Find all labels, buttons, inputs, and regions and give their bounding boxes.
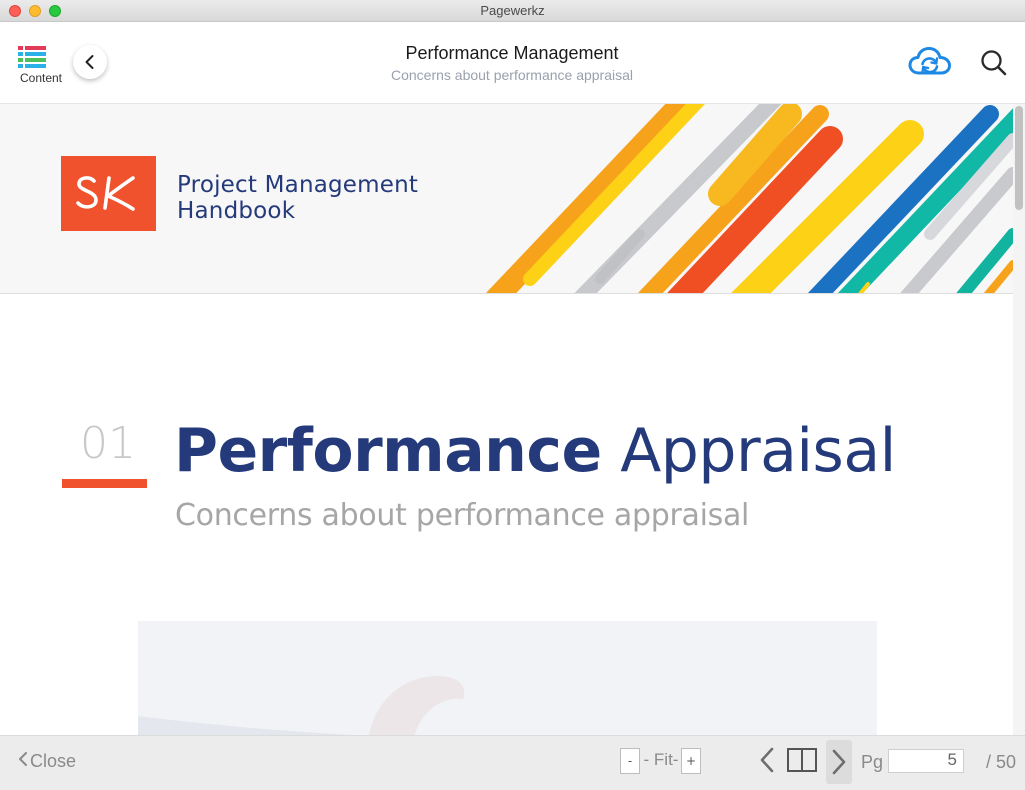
zoom-fit-button[interactable]: - Fit- — [641, 750, 681, 770]
banner-title-line2: Handbook — [177, 198, 296, 224]
chevron-left-icon — [85, 55, 94, 69]
chapter-title-bold: Performance — [174, 416, 602, 486]
page-total: / 50 — [986, 752, 1017, 772]
book-icon[interactable] — [786, 747, 818, 773]
zoom-out-button[interactable]: - — [620, 748, 640, 774]
app-header: Content Performance Management Concerns … — [0, 22, 1025, 104]
chapter-image-graphic — [138, 676, 465, 735]
chapter-number: 01 — [80, 418, 136, 469]
previous-page-icon[interactable] — [756, 746, 778, 774]
banner-title: Project Management Handbook — [177, 172, 418, 224]
banner-title-line1: Project Management — [177, 172, 419, 198]
cloud-sync-icon[interactable] — [908, 46, 952, 78]
content-list-icon — [18, 46, 46, 68]
content-button[interactable]: Content — [14, 46, 68, 90]
chapter-subtitle: Concerns about performance appraisal — [175, 498, 750, 533]
zoom-in-button[interactable]: + — [681, 748, 701, 774]
back-button[interactable] — [73, 45, 107, 79]
chevron-left-icon — [19, 752, 27, 766]
handbook-logo — [61, 156, 156, 231]
content-label: Content — [19, 71, 63, 85]
chapter-title-light: Appraisal — [620, 416, 896, 486]
scrollbar-thumb[interactable] — [1015, 106, 1023, 210]
close-button[interactable]: Close — [18, 751, 76, 772]
chapter-accent-bar — [62, 479, 147, 488]
next-page-button[interactable] — [826, 740, 852, 784]
search-icon[interactable] — [980, 49, 1008, 77]
handbook-banner: Project Management Handbook — [0, 104, 1013, 294]
chevron-right-icon — [832, 749, 846, 775]
chapter-title: Performance Appraisal — [174, 416, 896, 486]
page-viewport[interactable]: Project Management Handbook 01 Performan… — [0, 104, 1013, 735]
sk-logo-mark — [76, 176, 135, 211]
document-subtitle: Concerns about performance appraisal — [390, 67, 634, 83]
window-titlebar: Pagewerkz — [0, 0, 1025, 22]
document-title: Performance Management — [405, 43, 619, 63]
bottom-toolbar: Close - - Fit- + Pg 5 / 50 — [0, 735, 1025, 790]
chapter-image — [138, 621, 877, 735]
window-title: Pagewerkz — [480, 3, 545, 18]
page-number-input[interactable]: 5 — [888, 749, 964, 773]
page-label: Pg — [861, 752, 884, 772]
close-label: Close — [30, 751, 77, 771]
